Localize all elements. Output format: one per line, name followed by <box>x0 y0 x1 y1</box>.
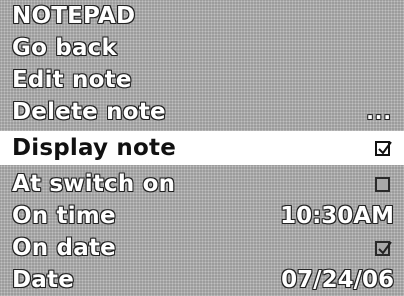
menu-item-display-note[interactable]: Display note <box>0 131 404 165</box>
menu-title-row: NOTEPAD <box>0 0 404 32</box>
menu-item-label: On date <box>12 235 116 261</box>
on-date-checkbox[interactable] <box>375 240 392 256</box>
menu-item-delete-note[interactable]: Delete note ... <box>0 96 404 128</box>
menu-item-label: Edit note <box>12 67 132 93</box>
on-time-value: 10:30AM <box>280 203 394 229</box>
menu-item-on-time[interactable]: On time 10:30AM <box>0 200 404 232</box>
display-note-checkbox[interactable] <box>375 140 392 156</box>
menu-item-at-switch-on[interactable]: At switch on <box>0 168 404 200</box>
date-value: 07/24/06 <box>281 267 394 293</box>
menu-item-go-back[interactable]: Go back <box>0 32 404 64</box>
menu-item-label: At switch on <box>12 171 176 197</box>
menu-item-label: On time <box>12 203 116 229</box>
menu-item-label: Go back <box>12 35 118 61</box>
menu-item-label: Date <box>12 267 75 293</box>
menu-item-label: Display note <box>12 135 176 161</box>
menu-item-on-date[interactable]: On date <box>0 232 404 264</box>
at-switch-on-checkbox[interactable] <box>375 176 390 192</box>
lcd-screen: NOTEPAD Go back Edit note Delete note ..… <box>0 0 404 296</box>
menu-item-edit-note[interactable]: Edit note <box>0 64 404 96</box>
more-indicator: ... <box>366 100 392 124</box>
menu-item-label: Delete note <box>12 99 166 125</box>
checkmark-icon <box>378 240 392 255</box>
menu-title: NOTEPAD <box>12 3 136 29</box>
menu-item-date[interactable]: Date 07/24/06 <box>0 264 404 296</box>
checkmark-icon <box>378 140 392 155</box>
